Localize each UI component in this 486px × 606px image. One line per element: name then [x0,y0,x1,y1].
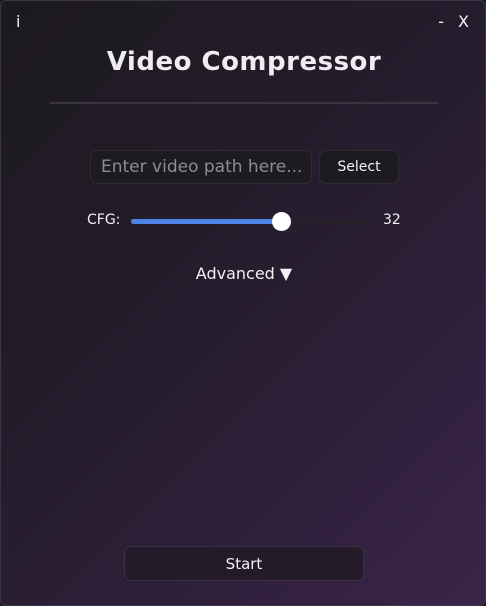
app-window: i - X Video Compressor Select CFG: 32 Ad… [0,0,486,606]
video-path-input[interactable] [90,150,312,184]
cfg-label: CFG: [87,212,121,228]
minimize-button[interactable]: - [438,12,444,31]
page-title: Video Compressor [106,47,382,77]
cfg-value: 32 [383,212,401,228]
info-button[interactable]: i [16,12,20,31]
start-button[interactable]: Start [124,546,364,581]
title-divider [50,102,438,104]
advanced-toggle[interactable]: Advanced ▼ [1,264,485,283]
select-button[interactable]: Select [319,150,399,184]
advanced-label: Advanced [195,264,275,283]
chevron-down-icon: ▼ [279,264,293,283]
cfg-slider[interactable] [131,212,375,231]
cfg-slider-fill [131,219,282,224]
cfg-slider-thumb[interactable] [272,212,291,231]
window-controls: - X [438,12,469,31]
close-button[interactable]: X [458,12,469,31]
